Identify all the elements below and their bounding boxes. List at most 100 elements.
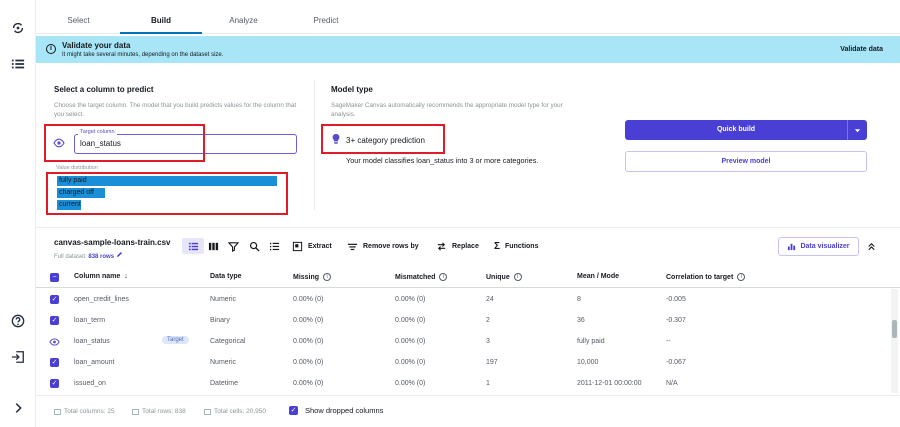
validate-data-button[interactable]: Validate data (840, 46, 883, 53)
row-checkbox[interactable]: ✓ (50, 358, 59, 367)
cell-mean: 10,000 (577, 359, 599, 366)
bar-chart-icon (788, 243, 796, 251)
total-columns: Total columns: 25 (54, 408, 115, 415)
cell-type: Numeric (210, 296, 237, 303)
tab-build[interactable]: Build (120, 16, 202, 34)
cell-name: loan_amount (74, 359, 115, 366)
header-column-name[interactable]: Column name ↓ (74, 273, 128, 280)
table-row[interactable]: ✓ loan_term Binary 0.00% (0) 0.00% (0) 2… (36, 310, 891, 331)
replace-button[interactable]: Replace (436, 238, 479, 254)
cell-unique: 1 (486, 380, 490, 387)
edit-pencil-icon[interactable] (116, 251, 123, 258)
info-icon: i (46, 44, 56, 54)
replace-label: Replace (452, 242, 479, 250)
table-scrollbar[interactable] (891, 289, 898, 393)
remove-rows-icon (347, 243, 358, 250)
dataset-meta: Full dataset: 838 rows (54, 251, 123, 260)
show-dropped-columns[interactable]: ✓ Show dropped columns (289, 406, 383, 415)
cell-correlation: -0.307 (666, 317, 686, 324)
cells-icon (204, 408, 211, 415)
list-icon[interactable] (10, 56, 26, 72)
build-options-dropdown[interactable] (847, 120, 867, 140)
highlight-model-type (321, 124, 445, 154)
row-checkbox[interactable]: ✓ (50, 295, 59, 304)
extract-icon (292, 241, 303, 251)
cell-correlation: N/A (666, 380, 678, 387)
table-row[interactable]: ✓ open_credit_lines Numeric 0.00% (0) 0.… (36, 289, 891, 310)
help-icon[interactable] (10, 313, 26, 329)
panel-divider (314, 80, 315, 210)
target-badge: Target (162, 336, 189, 344)
expand-chevron-icon[interactable] (10, 400, 26, 416)
total-cells: Total cells: 20,950 (204, 408, 266, 415)
select-all-checkbox[interactable]: − (50, 273, 59, 282)
table-footer: Total columns: 25 Total rows: 838 Total … (36, 395, 900, 427)
cell-missing: 0.00% (0) (293, 359, 324, 366)
numbered-list-icon[interactable] (269, 238, 280, 254)
sync-icon[interactable] (10, 20, 26, 36)
cell-name: issued_on (74, 380, 106, 387)
show-dropped-checkbox[interactable]: ✓ (289, 406, 298, 415)
caret-down-icon (854, 128, 861, 132)
cell-name: open_credit_lines (74, 296, 129, 303)
preview-model-button[interactable]: Preview model (625, 151, 867, 172)
list-view-icon[interactable] (182, 238, 204, 254)
sign-out-icon[interactable] (10, 349, 26, 365)
sort-arrow-icon: ↓ (124, 273, 128, 280)
remove-rows-button[interactable]: Remove rows by (347, 238, 419, 254)
replace-icon (437, 241, 446, 251)
grid-view-icon[interactable] (208, 238, 219, 254)
cell-unique: 2 (486, 317, 490, 324)
cell-mismatched: 0.00% (0) (395, 338, 426, 345)
value-distribution-label: Value distribution (56, 165, 98, 171)
table-header: − Column name ↓ Data type Missing i Mismat… (36, 266, 900, 288)
quick-build-label: Quick build (716, 126, 756, 133)
extract-button[interactable]: Extract (292, 238, 332, 254)
row-checkbox[interactable]: ✓ (50, 379, 59, 388)
tab-analyze[interactable]: Analyze (216, 16, 271, 34)
workflow-tabs: Select Build Analyze Predict (36, 0, 900, 34)
cell-unique: 197 (486, 359, 498, 366)
search-icon[interactable] (249, 238, 260, 254)
target-eye-icon (49, 337, 60, 347)
validate-banner: i Validate your data It might take sever… (36, 36, 900, 63)
cell-mean: 8 (577, 296, 581, 303)
table-row[interactable]: loan_status Target Categorical 0.00% (0)… (36, 331, 891, 352)
cell-correlation: -- (666, 338, 671, 345)
model-type-description: SageMaker Canvas automatically recommend… (331, 102, 563, 118)
collapse-chevron-icon[interactable] (866, 238, 877, 254)
cell-unique: 3 (486, 338, 490, 345)
cell-name: loan_term (74, 317, 106, 324)
functions-label: Functions (505, 242, 539, 250)
extract-label: Extract (308, 242, 332, 250)
columns-icon (54, 408, 61, 415)
header-unique: Unique i (486, 273, 522, 281)
section-divider (36, 227, 900, 228)
cell-mismatched: 0.00% (0) (395, 359, 426, 366)
cell-mismatched: 0.00% (0) (395, 380, 426, 387)
show-dropped-label: Show dropped columns (305, 406, 384, 415)
row-checkbox[interactable]: ✓ (50, 316, 59, 325)
highlight-value-distribution (46, 172, 288, 215)
quick-build-button[interactable]: Quick build (625, 120, 867, 140)
filter-icon[interactable] (228, 238, 239, 254)
tab-predict[interactable]: Predict (301, 16, 351, 34)
data-visualizer-label: Data visualizer (800, 243, 850, 250)
tab-select[interactable]: Select (56, 16, 101, 34)
banner-title: Validate your data (62, 41, 131, 50)
cell-missing: 0.00% (0) (293, 380, 324, 387)
dataset-rows-link[interactable]: 838 rows (88, 254, 114, 260)
info-icon: i (737, 273, 746, 281)
info-icon: i (513, 273, 522, 281)
sigma-icon: Σ (494, 240, 501, 252)
table-row[interactable]: ✓ loan_amount Numeric 0.00% (0) 0.00% (0… (36, 352, 891, 373)
scrollbar-thumb[interactable] (892, 320, 897, 338)
total-rows: Total rows: 838 (132, 408, 186, 415)
cell-missing: 0.00% (0) (293, 296, 324, 303)
columns-table: ✓ open_credit_lines Numeric 0.00% (0) 0.… (36, 289, 891, 393)
cell-correlation: -0.005 (666, 296, 686, 303)
table-row[interactable]: ✓ issued_on Datetime 0.00% (0) 0.00% (0)… (36, 373, 891, 393)
data-visualizer-button[interactable]: Data visualizer (778, 237, 859, 256)
cell-missing: 0.00% (0) (293, 338, 324, 345)
functions-button[interactable]: Σ Functions (494, 238, 538, 254)
